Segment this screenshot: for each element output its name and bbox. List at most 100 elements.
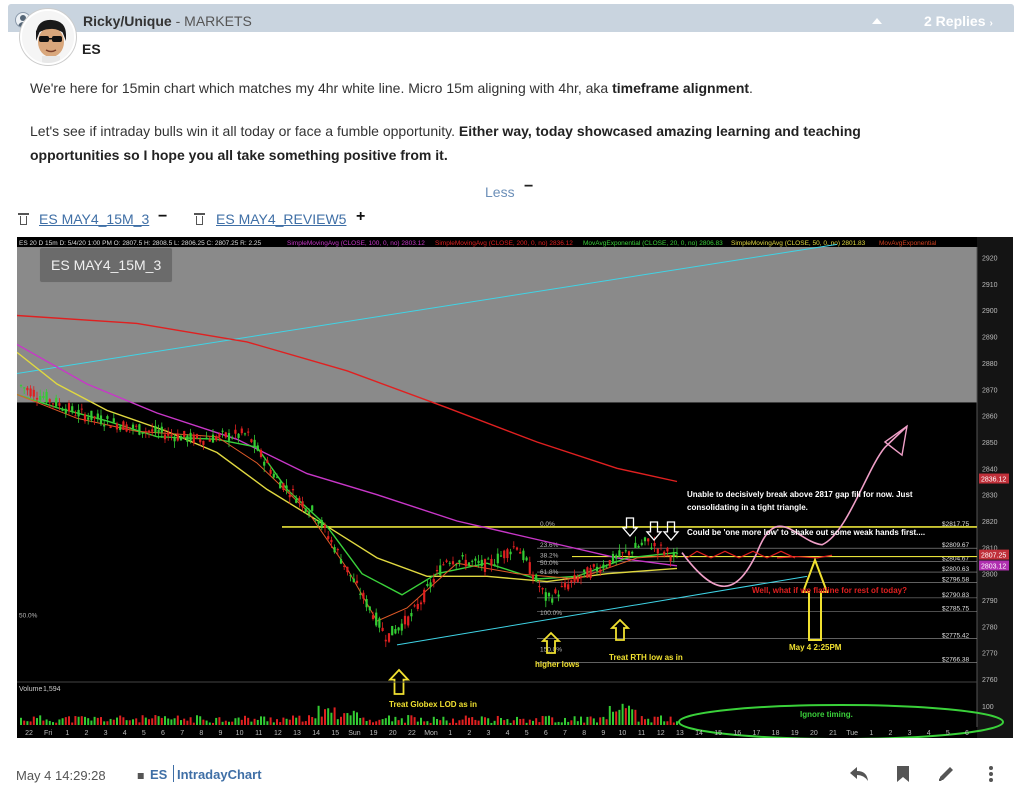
tag-intradaychart[interactable]: IntradayChart [177, 767, 262, 782]
volume-bar [64, 717, 67, 725]
candle-body [547, 592, 551, 597]
room-name[interactable]: MARKETS [184, 13, 252, 29]
candle-body [71, 406, 74, 412]
collapse-attachment-icon[interactable]: − [158, 208, 167, 226]
candle-body [39, 395, 42, 401]
volume-bar [560, 722, 563, 725]
author-name[interactable]: Ricky/Unique [83, 13, 172, 29]
attachment-link-2[interactable]: ES MAY4_REVIEW5 [216, 211, 346, 227]
x-tick-label: 5 [525, 730, 529, 737]
x-tick-label: 4 [927, 730, 931, 737]
volume-bar [173, 718, 176, 725]
volume-bar [256, 719, 259, 725]
less-minus-icon[interactable]: − [524, 178, 533, 196]
tag-es[interactable]: ES [150, 767, 167, 782]
volume-bar [176, 715, 179, 725]
volume-bar [436, 718, 438, 725]
candle-body [407, 616, 410, 626]
volume-bar [39, 715, 42, 725]
collapse-icon[interactable] [872, 18, 882, 24]
candle-body [320, 520, 323, 527]
candle-body [573, 575, 576, 582]
x-tick-label: 8 [199, 730, 203, 737]
x-tick-label: 15 [714, 730, 722, 737]
volume-bar [429, 722, 432, 725]
candle-body [413, 605, 416, 607]
volume-bar [445, 720, 448, 725]
volume-bar [122, 717, 125, 725]
candle-body [336, 549, 339, 551]
y-tick-label: 2870 [982, 387, 998, 394]
volume-bar [103, 721, 106, 725]
volume-bar [503, 720, 506, 725]
volume-bar [340, 716, 342, 725]
candle-body [131, 424, 135, 429]
volume-bar [416, 721, 419, 725]
candle-body [563, 582, 567, 588]
x-tick-label: Mon [424, 730, 438, 737]
volume-bar [519, 719, 522, 725]
less-link[interactable]: Less [485, 184, 515, 200]
candle-body [208, 439, 211, 442]
candle-body [499, 555, 503, 557]
volume-bar [260, 716, 262, 725]
candle-body [58, 403, 61, 406]
volume-bar [170, 719, 173, 725]
candle-body [515, 547, 519, 550]
candle-body [647, 538, 650, 542]
replies-button[interactable]: 2 Replies › [924, 13, 993, 29]
expand-attachment-icon[interactable]: + [356, 208, 365, 226]
x-tick-label: 13 [676, 730, 684, 737]
volume-bar [80, 716, 83, 725]
level-label: $2809.67 [942, 542, 969, 549]
candle-body [576, 576, 579, 582]
volume-bar [516, 716, 518, 725]
volume-bar [621, 703, 624, 725]
volume-bar [292, 715, 294, 725]
x-tick-label: 4 [123, 730, 127, 737]
annotation-text-3: Could be 'one more low' to shake out som… [687, 528, 925, 537]
candle-body [199, 439, 202, 443]
candle-body [327, 536, 330, 539]
edit-icon[interactable] [936, 764, 958, 784]
trash-icon[interactable] [194, 212, 205, 225]
volume-bar [48, 720, 51, 725]
more-icon[interactable] [980, 764, 1002, 784]
candle-body [560, 586, 563, 588]
annotation-text-1: Unable to decisively break above 2817 ga… [687, 490, 913, 499]
trash-icon[interactable] [18, 212, 29, 225]
volume-bar [272, 722, 275, 725]
candle-body [279, 481, 282, 489]
fib-label: 38.2% [540, 552, 559, 559]
arrow-down-2 [645, 521, 663, 541]
volume-bar [26, 721, 29, 725]
attachment-link-1[interactable]: ES MAY4_15M_3 [39, 211, 149, 227]
fib-label: 61.8% [540, 569, 559, 576]
volume-bar [500, 718, 502, 725]
post-header: Ricky/Unique - MARKETS 2 Replies › [8, 4, 1014, 32]
volume-bar [93, 716, 96, 725]
candle-body [298, 497, 301, 502]
avatar[interactable] [20, 9, 76, 65]
volume-bar [45, 719, 48, 725]
x-tick-label: 6 [544, 730, 548, 737]
chart-image[interactable]: ES 20 D 15m D: 5/4/20 1:00 PM O: 2807.5 … [17, 237, 1013, 738]
reply-icon[interactable] [848, 764, 870, 784]
candle-body [477, 560, 480, 564]
y-tick-label: 2820 [982, 519, 998, 526]
post-paragraph-2: Let's see if intraday bulls win it all t… [30, 123, 861, 163]
volume-bar [564, 717, 566, 725]
bookmark-icon[interactable] [892, 764, 914, 784]
volume-bar [365, 721, 368, 725]
candle-body [618, 550, 621, 557]
x-tick-label: 10 [236, 730, 244, 737]
candle-body [509, 551, 512, 555]
x-tick-label: 1 [65, 730, 69, 737]
volume-bar [676, 721, 678, 725]
candle-body [551, 598, 554, 603]
candle-body [323, 524, 327, 528]
price-tag-label: 2803.12 [981, 563, 1006, 570]
candle-body [410, 612, 413, 617]
price-tag-label: 2836.12 [981, 477, 1006, 484]
volume-bar [333, 707, 336, 725]
